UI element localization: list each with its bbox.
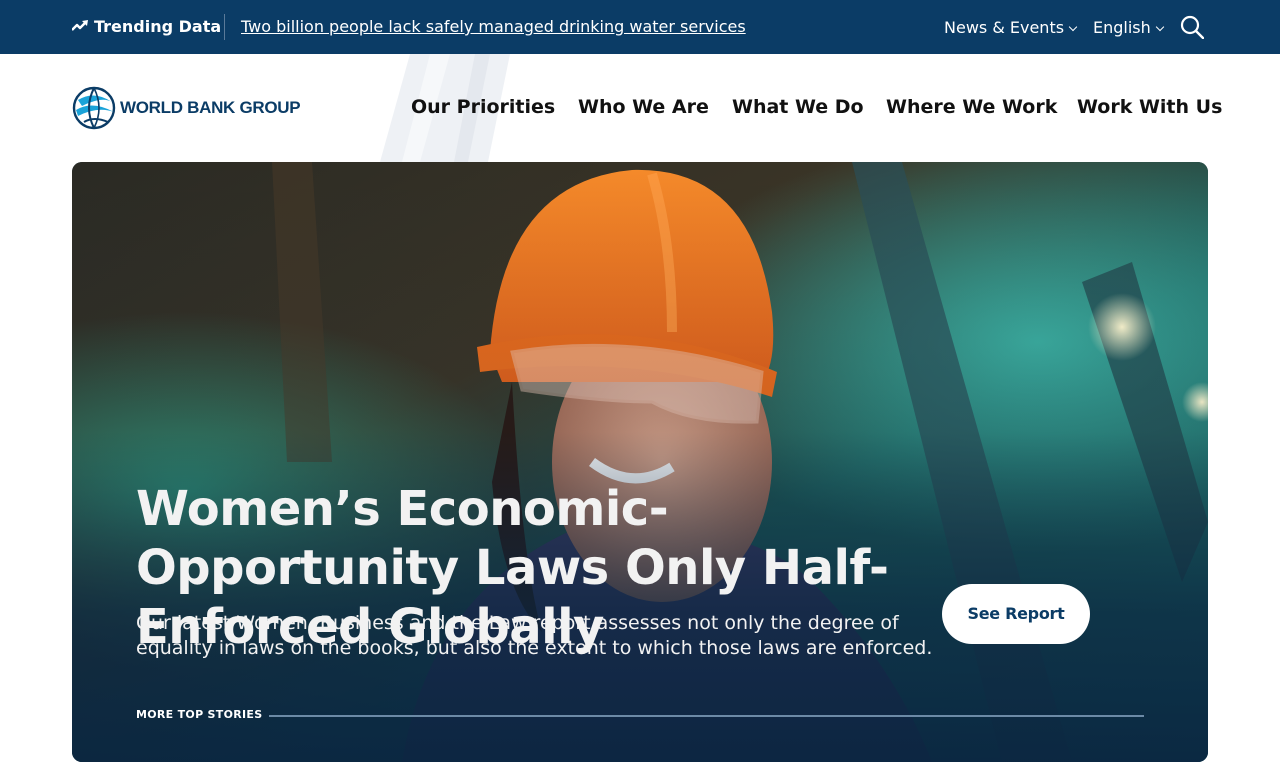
more-top-stories-divider — [269, 715, 1144, 717]
nav-what-we-do[interactable]: What We Do — [732, 95, 864, 119]
main-header: WORLD BANK GROUP Our Priorities Who We A… — [0, 54, 1280, 162]
hero-feature: Women’s Economic-Opportunity Laws Only H… — [72, 162, 1208, 762]
top-utility-bar: Trending Data Two billion people lack sa… — [0, 0, 1280, 54]
nav-work-with-us[interactable]: Work With Us — [1077, 95, 1222, 119]
hero-description: Our latest Women, Business and the Law r… — [136, 612, 933, 659]
trending-story-link[interactable]: Two billion people lack safely managed d… — [241, 17, 746, 37]
see-report-button[interactable]: See Report — [942, 584, 1090, 644]
nav-who-we-are[interactable]: Who We Are — [578, 95, 709, 119]
language-label: English — [1093, 18, 1151, 37]
nav-our-priorities[interactable]: Our Priorities — [411, 95, 555, 119]
more-top-stories-label: MORE TOP STORIES — [136, 708, 263, 721]
news-events-label: News & Events — [944, 18, 1065, 37]
trending-up-icon — [72, 20, 88, 31]
chevron-down-icon — [1155, 22, 1165, 32]
chevron-down-icon — [1068, 22, 1078, 32]
nav-where-we-work[interactable]: Where We Work — [886, 95, 1057, 119]
globe-logo-icon — [72, 86, 116, 130]
logo-wordmark: WORLD BANK GROUP — [120, 98, 301, 117]
news-events-menu[interactable]: News & Events — [944, 18, 1078, 38]
topbar-divider — [224, 14, 225, 40]
hero-photo-worker-hardhat — [72, 162, 1208, 762]
language-menu[interactable]: English — [1093, 18, 1165, 38]
search-icon[interactable] — [1180, 15, 1204, 39]
trending-data-label: Trending Data — [94, 17, 222, 36]
